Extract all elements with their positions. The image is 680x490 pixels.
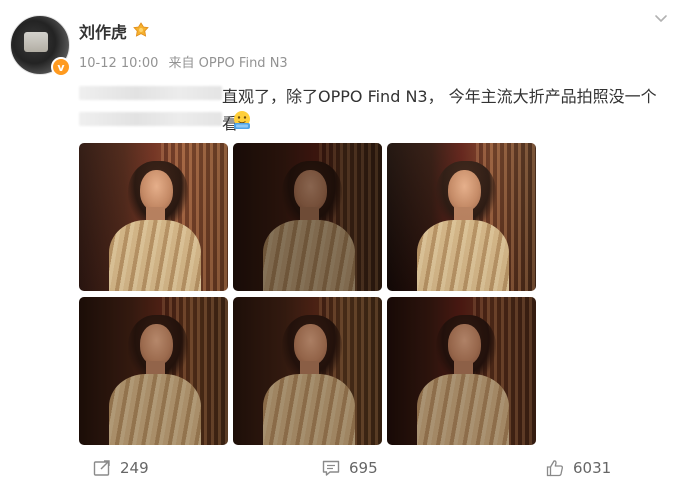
comment-count: 695 [349, 459, 378, 477]
verified-icon: v [51, 57, 71, 77]
repost-count: 249 [120, 459, 149, 477]
photo-3[interactable] [387, 143, 536, 291]
photo-6[interactable] [387, 297, 536, 445]
post-time[interactable]: 10-12 10:00 [79, 56, 158, 71]
photo-5[interactable] [233, 297, 382, 445]
gold-badge-icon [133, 22, 149, 37]
more-chevron-icon[interactable] [652, 10, 670, 28]
repost-icon [93, 460, 110, 476]
like-button[interactable]: 6031 [545, 458, 611, 478]
photo-grid [79, 143, 536, 445]
repost-button[interactable]: 249 [92, 458, 149, 478]
avatar-image [24, 32, 48, 52]
photo-1[interactable] [79, 143, 228, 291]
like-icon [546, 460, 563, 477]
blurred-text [79, 112, 222, 126]
photo-2[interactable] [233, 143, 382, 291]
post-source: 来自 OPPO Find N3 [168, 56, 288, 71]
comment-icon [322, 460, 340, 476]
like-count: 6031 [573, 459, 612, 477]
username[interactable]: 刘作虎 [79, 19, 127, 43]
photo-4[interactable] [79, 297, 228, 445]
emoji-icon [234, 111, 250, 129]
post-meta: 10-12 10:00 来自 OPPO Find N3 [79, 52, 294, 71]
comment-button[interactable]: 695 [321, 458, 378, 478]
action-bar: 249 695 6031 [0, 458, 680, 482]
blurred-text [79, 86, 222, 100]
post-text-line1: 直观了，除了OPPO Find N3， 今年主流大折产品拍照没一个 [222, 87, 657, 106]
